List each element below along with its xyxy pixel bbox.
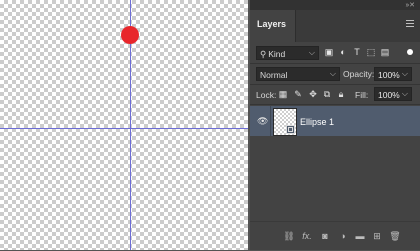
pixel-layer-filter-icon[interactable]: ▣ [324,47,334,58]
new-group-icon[interactable]: ▬ [354,230,366,242]
opacity-field[interactable]: 100% ⌵ [374,67,412,81]
collapse-panel-icon[interactable]: ›› ✕ [406,1,416,9]
lock-position-icon[interactable]: ✥ [308,88,318,100]
opacity-label: Opacity: [343,69,375,79]
chevron-down-icon: ⌵ [329,69,336,78]
tab-layers-label: Layers [257,19,287,29]
panel-header-strip: ›› ✕ [250,0,420,10]
fill-value: 100% [378,90,400,100]
document-canvas[interactable] [0,0,248,250]
panel-menu-icon[interactable] [406,20,414,29]
adjustment-layer-filter-icon[interactable]: ◐ [338,47,348,58]
search-icon: ⚲ [260,49,267,59]
layer-row[interactable]: 👁︎ Ellipse 1 [250,106,420,136]
lock-all-icon[interactable]: 🔒︎ [336,88,346,100]
shape-layer-badge-icon [286,125,295,134]
horizontal-guide[interactable] [0,128,248,129]
adjustment-layer-icon[interactable]: ◑ [337,230,349,242]
lock-transparent-pixels-icon[interactable]: ▦ [278,88,288,100]
filter-row: ⚲ Kind ⌵ ▣ ◐ T ⬚ ▤ [250,44,420,64]
lock-artboard-icon[interactable]: ⧉ [322,88,332,100]
chevron-down-icon: ⌵ [401,69,408,78]
chevron-down-icon: ⌵ [401,89,408,98]
link-layers-icon[interactable]: ⛓︎ [283,230,295,242]
add-mask-icon[interactable]: ◙ [319,230,331,242]
layers-panel: Layers ⚲ Kind ⌵ ▣ ◐ T ⬚ ▤ Normal ⌵ Opacit… [250,10,420,250]
lock-row: Lock: ▦ ✎ ✥ ⧉ 🔒︎ Fill: 100% ⌵ [250,84,420,104]
layer-thumbnail [273,108,297,136]
kind-filter-label: Kind [268,49,286,59]
smart-object-filter-icon[interactable]: ▤ [380,47,390,58]
panel-footer: ⛓︎ fx. ◙ ◑ ▬ ⊞ 🗑︎ [250,221,420,251]
blend-mode-select[interactable]: Normal ⌵ [256,67,340,81]
shape-layer-filter-icon[interactable]: ⬚ [366,47,376,58]
tab-layers[interactable]: Layers [250,10,296,42]
lock-label: Lock: [256,90,277,100]
filter-toggle-icon[interactable] [407,49,413,55]
fill-label: Fill: [355,90,369,100]
delete-icon[interactable]: 🗑︎ [389,230,401,242]
lock-image-pixels-icon[interactable]: ✎ [293,88,303,100]
blend-mode-value: Normal [260,70,288,80]
layer-name[interactable]: Ellipse 1 [300,117,334,127]
chevron-down-icon: ⌵ [308,48,315,57]
panel-tab-bar: Layers [250,10,420,42]
divider [250,104,420,105]
new-layer-icon[interactable]: ⊞ [371,230,383,242]
kind-filter-select[interactable]: ⚲ Kind ⌵ [256,46,319,60]
blend-row: Normal ⌵ Opacity: 100% ⌵ [250,64,420,84]
opacity-value: 100% [378,70,400,80]
type-layer-filter-icon[interactable]: T [352,47,362,58]
divider [270,106,271,136]
ellipse-shape[interactable] [121,26,139,44]
fx-icon[interactable]: fx. [301,230,313,242]
fill-field[interactable]: 100% ⌵ [374,87,412,101]
eye-icon[interactable]: 👁︎ [257,116,268,127]
